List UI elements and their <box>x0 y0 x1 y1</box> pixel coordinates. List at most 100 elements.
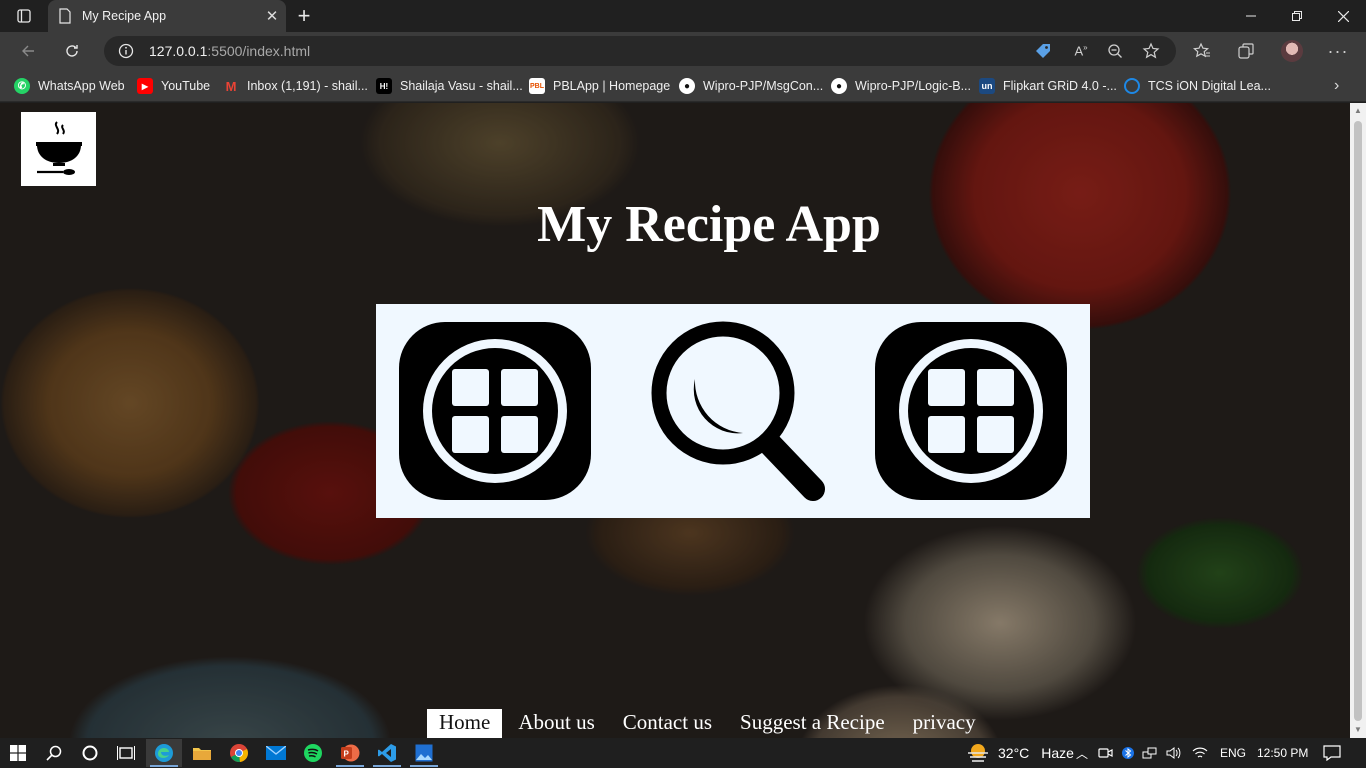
refresh-button[interactable] <box>57 36 87 66</box>
profile-button[interactable] <box>1277 36 1307 66</box>
page-scrollbar[interactable]: ▲ ▼ <box>1350 103 1366 738</box>
nav-privacy[interactable]: privacy <box>901 709 988 738</box>
read-aloud-button[interactable]: A» <box>1066 36 1096 66</box>
weather-widget[interactable]: 32°C Haze <box>966 738 1074 768</box>
photos-icon <box>415 744 433 762</box>
read-aloud-icon: A» <box>1074 43 1088 59</box>
task-view-button[interactable] <box>108 739 144 767</box>
tab-actions-icon <box>17 9 31 23</box>
close-window-button[interactable] <box>1320 0 1366 32</box>
add-favorite-button[interactable] <box>1136 36 1166 66</box>
favorites-icon <box>1193 42 1210 58</box>
bookmark-item[interactable]: M Inbox (1,191) - shail... <box>223 76 368 96</box>
coupon-button[interactable] <box>1028 36 1058 66</box>
bookmark-item[interactable]: TCS iON Digital Lea... <box>1124 76 1271 96</box>
nav-suggest-recipe[interactable]: Suggest a Recipe <box>728 709 897 738</box>
github-icon: ● <box>831 78 847 94</box>
feature-panel <box>376 304 1090 518</box>
close-tab-icon[interactable]: ✕ <box>260 4 284 28</box>
haze-icon <box>968 744 988 762</box>
grid-icon <box>875 322 1067 500</box>
scrollbar-thumb[interactable] <box>1354 121 1362 721</box>
bookmark-label: PBLApp | Homepage <box>553 79 671 93</box>
site-info-icon[interactable] <box>118 43 134 59</box>
bluetooth-icon[interactable] <box>1122 745 1135 761</box>
minimize-button[interactable] <box>1228 0 1274 32</box>
edge-taskbar-button[interactable] <box>146 739 182 767</box>
bookmark-item[interactable]: H! Shailaja Vasu - shail... <box>376 76 523 96</box>
bookmark-label: WhatsApp Web <box>38 79 125 93</box>
network-icon[interactable] <box>1142 746 1158 760</box>
zoom-out-icon <box>1108 44 1122 58</box>
language-indicator[interactable]: ENG <box>1220 746 1246 760</box>
taskbar: P 32°C Haze ︿ ENG 12:50 PM <box>0 738 1366 768</box>
nav-contact-us[interactable]: Contact us <box>611 709 724 738</box>
search-icon <box>46 745 62 761</box>
bookmark-item[interactable]: PBL PBLApp | Homepage <box>529 76 670 96</box>
back-button[interactable] <box>13 36 43 66</box>
meet-now-icon[interactable] <box>1098 746 1114 760</box>
cortana-button[interactable] <box>72 739 108 767</box>
zoom-button[interactable] <box>1100 36 1130 66</box>
logo[interactable] <box>21 112 96 186</box>
scroll-up-icon[interactable]: ▲ <box>1353 106 1363 116</box>
soup-bowl-icon <box>35 121 82 175</box>
tab-actions-button[interactable] <box>8 4 40 28</box>
whatsapp-icon: ✆ <box>14 78 30 94</box>
unstop-icon: un <box>979 78 995 94</box>
main-nav: Home About us Contact us Suggest a Recip… <box>427 708 992 738</box>
categories-card-2[interactable] <box>852 304 1090 518</box>
file-explorer-button[interactable] <box>184 739 220 767</box>
settings-menu-button[interactable]: ··· <box>1323 36 1353 66</box>
wifi-icon[interactable] <box>1192 746 1208 760</box>
url-input[interactable]: 127.0.0.1:5500/index.html A» <box>104 36 1176 66</box>
spotify-button[interactable] <box>295 739 331 767</box>
powerpoint-button[interactable]: P <box>332 739 368 767</box>
chrome-button[interactable] <box>221 739 257 767</box>
volume-icon[interactable] <box>1166 746 1182 760</box>
nav-about-us[interactable]: About us <box>506 709 606 738</box>
more-bookmarks-button[interactable]: › <box>1334 76 1339 96</box>
pbl-icon: PBL <box>529 78 545 94</box>
search-icon <box>651 321 825 501</box>
spotify-icon <box>304 744 322 762</box>
grid-icon <box>399 322 591 500</box>
bookmark-item[interactable]: ● Wipro-PJP/Logic-B... <box>831 76 971 96</box>
collections-button[interactable] <box>1231 36 1261 66</box>
restore-button[interactable] <box>1274 0 1320 32</box>
vscode-button[interactable] <box>369 739 405 767</box>
cortana-icon <box>82 745 98 761</box>
categories-card[interactable] <box>376 304 614 518</box>
bookmark-label: TCS iON Digital Lea... <box>1148 79 1271 93</box>
scroll-down-icon[interactable]: ▼ <box>1353 725 1363 735</box>
windows-icon <box>10 745 26 761</box>
bookmark-item[interactable]: ▶ YouTube <box>137 76 210 96</box>
svg-text:P: P <box>344 750 350 759</box>
search-button[interactable] <box>36 739 72 767</box>
tab-title: My Recipe App <box>82 9 167 23</box>
bookmark-item[interactable]: ● Wipro-PJP/MsgCon... <box>679 76 823 96</box>
bookmark-item[interactable]: un Flipkart GRiD 4.0 -... <box>979 76 1117 96</box>
bookmark-item[interactable]: ✆ WhatsApp Web <box>14 76 125 96</box>
powerpoint-icon: P <box>341 744 360 762</box>
bookmark-label: Inbox (1,191) - shail... <box>247 79 368 93</box>
more-icon: ··· <box>1327 40 1349 61</box>
notification-button[interactable] <box>1323 738 1341 768</box>
page-viewport: My Recipe App Home About us Contact us S… <box>0 103 1350 738</box>
tab-bar: My Recipe App ✕ + <box>0 0 1366 32</box>
mail-button[interactable] <box>258 739 294 767</box>
start-button[interactable] <box>0 739 36 767</box>
minimize-icon <box>1246 15 1256 17</box>
nav-home[interactable]: Home <box>427 709 503 738</box>
chevron-up-icon[interactable]: ︿ <box>1076 745 1088 762</box>
tab-my-recipe-app[interactable]: My Recipe App ✕ <box>48 0 286 32</box>
new-tab-button[interactable]: + <box>290 3 318 28</box>
bookmark-label: Wipro-PJP/Logic-B... <box>855 79 972 93</box>
bookmarks-bar: ✆ WhatsApp Web ▶ YouTube M Inbox (1,191) - … <box>0 70 1366 102</box>
clock[interactable]: 12:50 PM <box>1257 738 1308 768</box>
favorites-button[interactable] <box>1187 36 1217 66</box>
search-card[interactable] <box>614 304 852 518</box>
address-bar-row: 127.0.0.1:5500/index.html A» ··· <box>0 32 1366 70</box>
back-arrow-icon <box>22 45 34 57</box>
photos-button[interactable] <box>406 739 442 767</box>
